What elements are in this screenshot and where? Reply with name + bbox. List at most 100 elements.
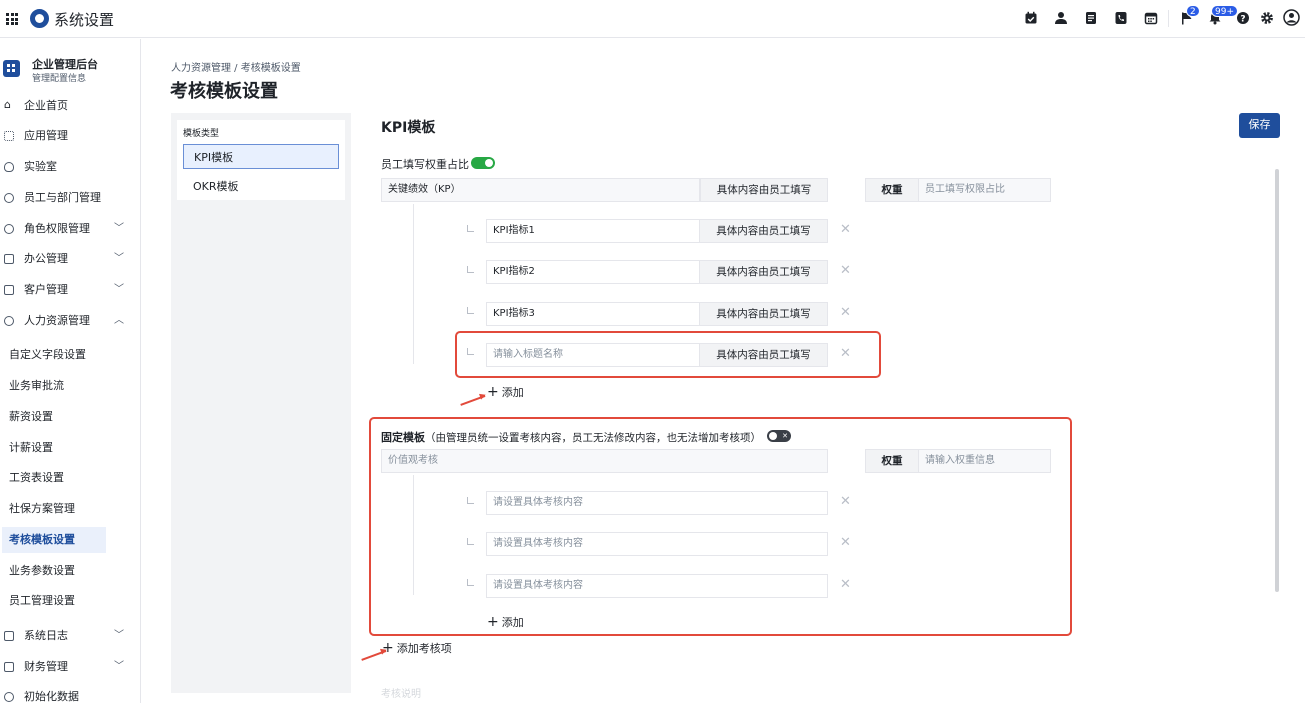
sidebar-item-label: 企业首页 — [24, 99, 68, 112]
tree-connector — [467, 225, 474, 232]
weight-toggle[interactable] — [471, 157, 495, 169]
add-item-label: 添加考核项 — [396, 642, 452, 655]
sidebar-sub-assessment-template[interactable]: 考核模板设置 — [2, 527, 106, 553]
apps-icon — [4, 131, 14, 141]
sidebar-sub-staff-settings[interactable]: 员工管理设置 — [2, 588, 106, 614]
bell-button[interactable]: 99+ — [1208, 5, 1238, 25]
breadcrumb: 人力资源管理 / 考核模板设置 — [171, 63, 301, 74]
app-grid-icon[interactable] — [6, 13, 18, 25]
logo-icon — [30, 9, 49, 28]
users-icon — [4, 193, 14, 203]
user-outline-icon — [4, 224, 14, 234]
template-type-label: 模板类型 — [183, 129, 220, 139]
help-icon[interactable]: ? — [1236, 11, 1250, 25]
kp-weight-label: 权重 — [865, 178, 919, 202]
sidebar-item-label: 员工与部门管理 — [24, 191, 101, 204]
app-title: 系统设置 — [54, 11, 115, 29]
add-label: 添加 — [501, 386, 524, 399]
template-type-okr[interactable]: OKR模板 — [183, 174, 339, 199]
content-title: KPI模板 — [381, 120, 436, 136]
gear-icon[interactable] — [1260, 11, 1274, 25]
chevron-down-icon: ﹀ — [114, 284, 124, 295]
kpi-item-addon: 具体内容由员工填写 — [699, 302, 828, 326]
kpi-item-addon: 具体内容由员工填写 — [699, 219, 828, 243]
kp-name-field[interactable]: 关键绩效（KP） — [381, 178, 700, 202]
add-kpi-item-button[interactable]: + 添加 — [487, 384, 524, 400]
flag-button[interactable]: 2 — [1180, 5, 1200, 25]
sidebar-item-home[interactable]: ⌂ 企业首页 — [0, 93, 135, 119]
highlight-box-fixed-template — [369, 417, 1072, 636]
highlight-box-new-item — [455, 331, 881, 378]
remove-kpi-item-icon[interactable]: ✕ — [840, 223, 851, 236]
annotation-arrow — [460, 395, 486, 406]
chevron-down-icon: ﹀ — [114, 223, 124, 234]
sidebar-item-roles[interactable]: 角色权限管理 ﹀ — [0, 216, 135, 242]
top-bar: 系统设置 2 99+ ? — [0, 0, 1305, 38]
tree-connector — [467, 307, 474, 314]
avatar-icon[interactable] — [1283, 9, 1300, 26]
kp-weight-field[interactable]: 员工填写权限占比 — [918, 178, 1051, 202]
contacts-icon — [4, 285, 14, 295]
sidebar-item-label: 财务管理 — [24, 660, 68, 673]
sidebar-item-apps[interactable]: 应用管理 — [0, 123, 135, 149]
sidebar-item-label: 实验室 — [24, 160, 57, 173]
bell-badge: 99+ — [1211, 5, 1238, 17]
kp-content-addon: 具体内容由员工填写 — [700, 178, 828, 202]
sidebar-item-logs[interactable]: 系统日志 ﹀ — [0, 623, 135, 649]
sidebar-item-label: 客户管理 — [24, 283, 68, 296]
add-assessment-item-button[interactable]: + 添加考核项 — [382, 640, 452, 656]
sidebar-item-customers[interactable]: 客户管理 ﹀ — [0, 277, 135, 303]
chevron-down-icon: ﹀ — [114, 630, 124, 641]
tree-connector — [467, 266, 474, 273]
sidebar-sub-payroll-calc[interactable]: 计薪设置 — [2, 435, 106, 461]
calendar-icon[interactable] — [1144, 11, 1158, 25]
user-icon[interactable] — [1054, 11, 1068, 25]
kpi-item-name-field[interactable]: KPI指标3 — [486, 302, 700, 326]
person-icon — [4, 316, 14, 326]
sidebar-item-label: 办公管理 — [24, 252, 68, 265]
sidebar-sub-payslip[interactable]: 工资表设置 — [2, 465, 106, 491]
home-icon: ⌂ — [4, 98, 11, 111]
weight-toggle-label: 员工填写权重占比 — [381, 158, 469, 171]
plus-icon: + — [487, 384, 499, 400]
sidebar-item-label: 初始化数据 — [24, 690, 79, 703]
sidebar-item-label: 应用管理 — [24, 129, 68, 142]
phone-icon[interactable] — [1114, 11, 1128, 25]
remove-kpi-item-icon[interactable]: ✕ — [840, 306, 851, 319]
sidebar-item-office[interactable]: 办公管理 ﹀ — [0, 246, 135, 272]
chevron-down-icon: ﹀ — [114, 661, 124, 672]
sidebar-sub-approval[interactable]: 业务审批流 — [2, 373, 106, 399]
org-icon — [3, 60, 20, 77]
org-name: 企业管理后台 — [32, 58, 98, 71]
database-icon — [4, 692, 14, 702]
briefcase-icon — [4, 254, 14, 264]
sidebar-item-init-data[interactable]: 初始化数据 — [0, 684, 135, 703]
template-type-panel: 模板类型 KPI模板 OKR模板 — [171, 113, 351, 693]
page-title: 考核模板设置 — [170, 81, 278, 102]
svg-text:?: ? — [1240, 15, 1245, 25]
sidebar-item-hr[interactable]: 人力资源管理 ︿ — [0, 308, 135, 334]
sidebar-item-label: 系统日志 — [24, 629, 68, 642]
scrollbar[interactable] — [1275, 169, 1279, 592]
remove-kpi-item-icon[interactable]: ✕ — [840, 264, 851, 277]
flag-badge: 2 — [1186, 5, 1200, 17]
template-type-kpi[interactable]: KPI模板 — [183, 144, 339, 169]
kpi-item-addon: 具体内容由员工填写 — [699, 260, 828, 284]
org-subtitle: 管理配置信息 — [32, 74, 87, 84]
save-button[interactable]: 保存 — [1239, 113, 1280, 138]
sidebar-item-finance[interactable]: 财务管理 ﹀ — [0, 654, 135, 680]
template-type-list: 模板类型 KPI模板 OKR模板 — [177, 120, 345, 200]
sidebar-sub-custom-fields[interactable]: 自定义字段设置 — [2, 342, 106, 368]
calendar-check-icon[interactable] — [1024, 11, 1038, 25]
kpi-item-name-field[interactable]: KPI指标1 — [486, 219, 700, 243]
sidebar-item-label: 角色权限管理 — [24, 222, 90, 235]
sidebar-sub-social-security[interactable]: 社保方案管理 — [2, 496, 106, 522]
sidebar-sub-business-params[interactable]: 业务参数设置 — [2, 558, 106, 584]
document-icon[interactable] — [1084, 11, 1098, 25]
kpi-item-name-field[interactable]: KPI指标2 — [486, 260, 700, 284]
sidebar-item-lab[interactable]: 实验室 — [0, 154, 135, 180]
wallet-icon — [4, 662, 14, 672]
cut-off-section-label: 考核说明 — [381, 689, 421, 700]
sidebar-sub-salary[interactable]: 薪资设置 — [2, 404, 106, 430]
sidebar-item-staff[interactable]: 员工与部门管理 — [0, 185, 135, 211]
